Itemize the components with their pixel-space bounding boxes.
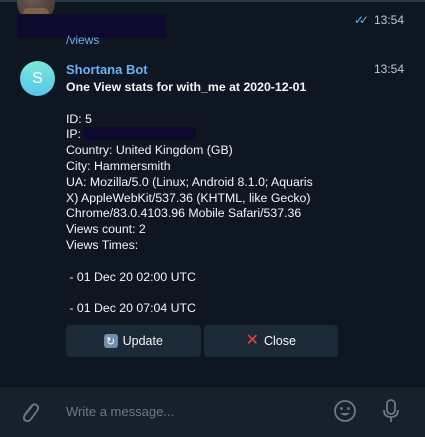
message-title: One View stats for with_me at 2020-12-01: [66, 80, 307, 94]
close-icon: ✕: [245, 332, 259, 349]
view-time-entry: - 01 Dec 20 02:00 UTC: [66, 269, 196, 284]
emoji-icon[interactable]: [333, 399, 357, 423]
stat-ua-line-2: X) AppleWebKit/537.36 (KHTML, like Gecko…: [66, 190, 311, 205]
stat-id: ID: 5: [66, 111, 92, 126]
stat-country: Country: United Kingdom (GB): [66, 143, 233, 158]
paperclip-icon[interactable]: [18, 399, 40, 425]
message-input[interactable]: Write a message...: [66, 404, 174, 419]
inline-keyboard: ↻ Update ✕ Close: [66, 325, 338, 357]
update-button[interactable]: ↻ Update: [66, 325, 201, 357]
avatar-initial: S: [32, 69, 43, 87]
sender-name[interactable]: Shortana Bot: [66, 62, 148, 77]
view-time-entry: - 01 Dec 20 07:04 UTC: [66, 301, 196, 316]
stat-ua-line-3: Chrome/83.0.4103.96 Mobile Safari/537.36: [66, 206, 302, 221]
message-composer: Write a message...: [0, 386, 425, 437]
bot-avatar[interactable]: S: [20, 61, 55, 96]
stat-ua-line-1: UA: Mozilla/5.0 (Linux; Android 8.1.0; A…: [66, 174, 313, 189]
top-divider: [0, 0, 425, 2]
chat-area: /views ✓✓ 13:54 S Shortana Bot 13:54 One…: [0, 0, 425, 386]
stat-ip-label: IP:: [66, 127, 82, 142]
previous-message-time: 13:54: [373, 13, 404, 27]
close-button[interactable]: ✕ Close: [203, 325, 338, 357]
refresh-icon: ↻: [103, 334, 118, 348]
stat-city: City: Hammersmith: [66, 158, 171, 173]
double-check-icon: ✓✓: [353, 13, 369, 27]
microphone-icon[interactable]: [381, 398, 401, 424]
previous-message-link[interactable]: /views: [66, 33, 99, 47]
update-button-label: Update: [122, 334, 163, 348]
redacted-ip: [83, 127, 197, 141]
previous-message-meta: ✓✓ 13:54: [354, 13, 404, 27]
close-button-label: Close: [263, 334, 296, 348]
stat-views-count: Views count: 2: [66, 222, 146, 237]
stat-ip: IP:: [66, 127, 366, 143]
message-time: 13:54: [373, 62, 404, 76]
message-body: One View stats for with_me at 2020-12-01…: [66, 80, 366, 317]
stat-views-times: Views Times:: [66, 237, 139, 252]
